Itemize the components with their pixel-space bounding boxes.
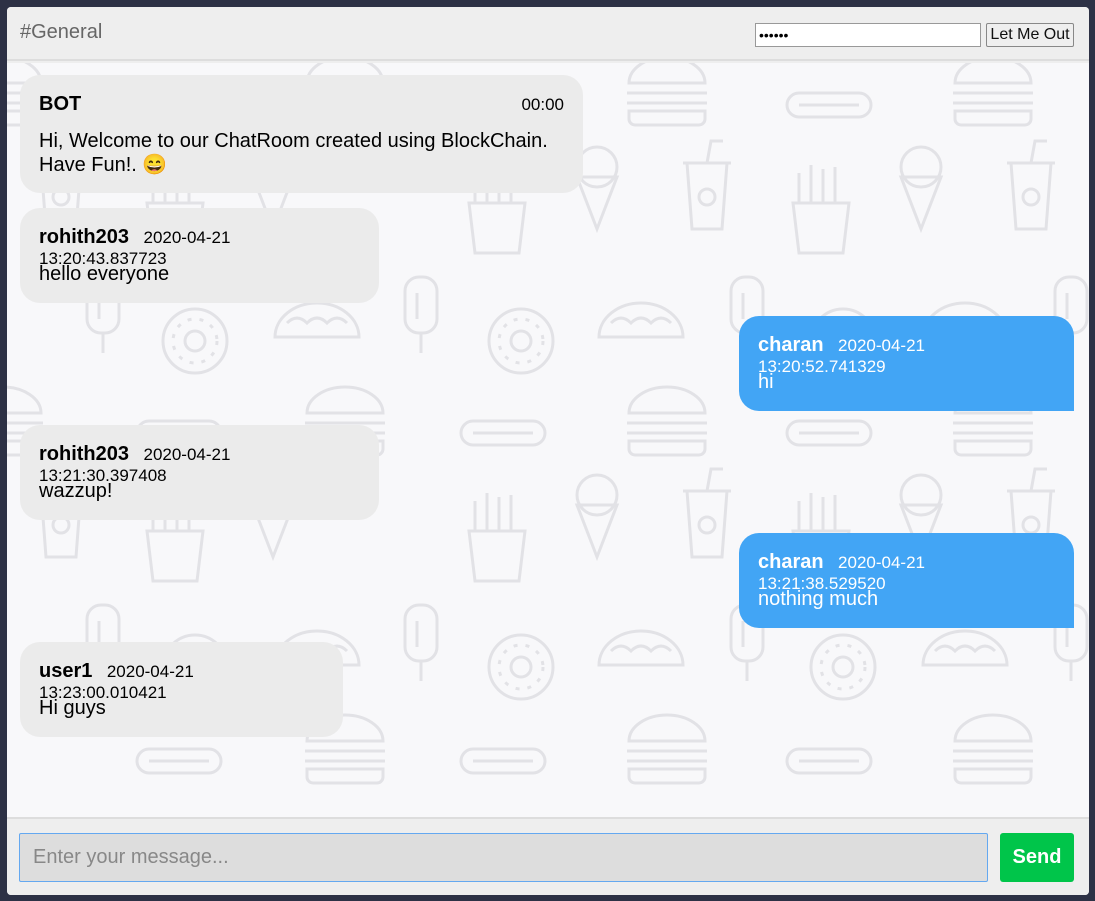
message-author: BOT bbox=[39, 93, 82, 115]
message-bubble: user1 2020-04-21 13:23:00.010421 Hi guys bbox=[20, 642, 343, 737]
message-author: charan bbox=[758, 551, 824, 573]
message-meta: rohith203 2020-04-21 13:20:43.837723 bbox=[39, 226, 360, 268]
message-bubble: BOT 00:00 Hi, Welcome to our ChatRoom cr… bbox=[20, 75, 583, 193]
message-bubble: rohith203 2020-04-21 13:21:30.397408 waz… bbox=[20, 425, 379, 520]
message-timestamp: 00:00 bbox=[521, 95, 564, 114]
message-list[interactable]: BOT 00:00 Hi, Welcome to our ChatRoom cr… bbox=[7, 63, 1089, 817]
logout-button[interactable]: Let Me Out bbox=[986, 23, 1074, 47]
message-meta: charan 2020-04-21 13:20:52.741329 bbox=[758, 334, 1055, 376]
send-button[interactable]: Send bbox=[1000, 833, 1074, 882]
message-text: hi bbox=[758, 371, 774, 393]
channel-title: #General bbox=[20, 21, 103, 43]
message-text-line: Hi, Welcome to our ChatRoom created usin… bbox=[39, 130, 548, 152]
composer-bar: Send bbox=[7, 817, 1089, 895]
message-author: rohith203 bbox=[39, 443, 130, 465]
message-text: Hi guys bbox=[39, 697, 106, 719]
message-text-line: Have Fun!. 😄 bbox=[39, 154, 168, 176]
message-meta: user1 2020-04-21 13:23:00.010421 bbox=[39, 660, 324, 702]
message-text: Hi, Welcome to our ChatRoom created usin… bbox=[39, 129, 548, 177]
message-author: rohith203 bbox=[39, 226, 130, 248]
message-meta: rohith203 2020-04-21 13:21:30.397408 bbox=[39, 443, 360, 485]
header-bar: #General Let Me Out bbox=[7, 7, 1089, 61]
message-author: charan bbox=[758, 334, 824, 356]
message-meta: BOT 00:00 bbox=[39, 93, 564, 117]
message-text: hello everyone bbox=[39, 263, 170, 285]
chat-window: #General Let Me Out BOT 00:00 Hi, Welcom… bbox=[7, 7, 1089, 895]
message-bubble: rohith203 2020-04-21 13:20:43.837723 hel… bbox=[20, 208, 379, 303]
message-text: nothing much bbox=[758, 588, 879, 610]
message-text: wazzup! bbox=[39, 480, 113, 502]
message-author: user1 bbox=[39, 660, 93, 682]
message-bubble: charan 2020-04-21 13:21:38.529520 nothin… bbox=[739, 533, 1074, 628]
password-field[interactable] bbox=[755, 23, 981, 47]
message-bubble: charan 2020-04-21 13:20:52.741329 hi bbox=[739, 316, 1074, 411]
message-meta: charan 2020-04-21 13:21:38.529520 bbox=[758, 551, 1055, 593]
message-input[interactable] bbox=[19, 833, 988, 882]
